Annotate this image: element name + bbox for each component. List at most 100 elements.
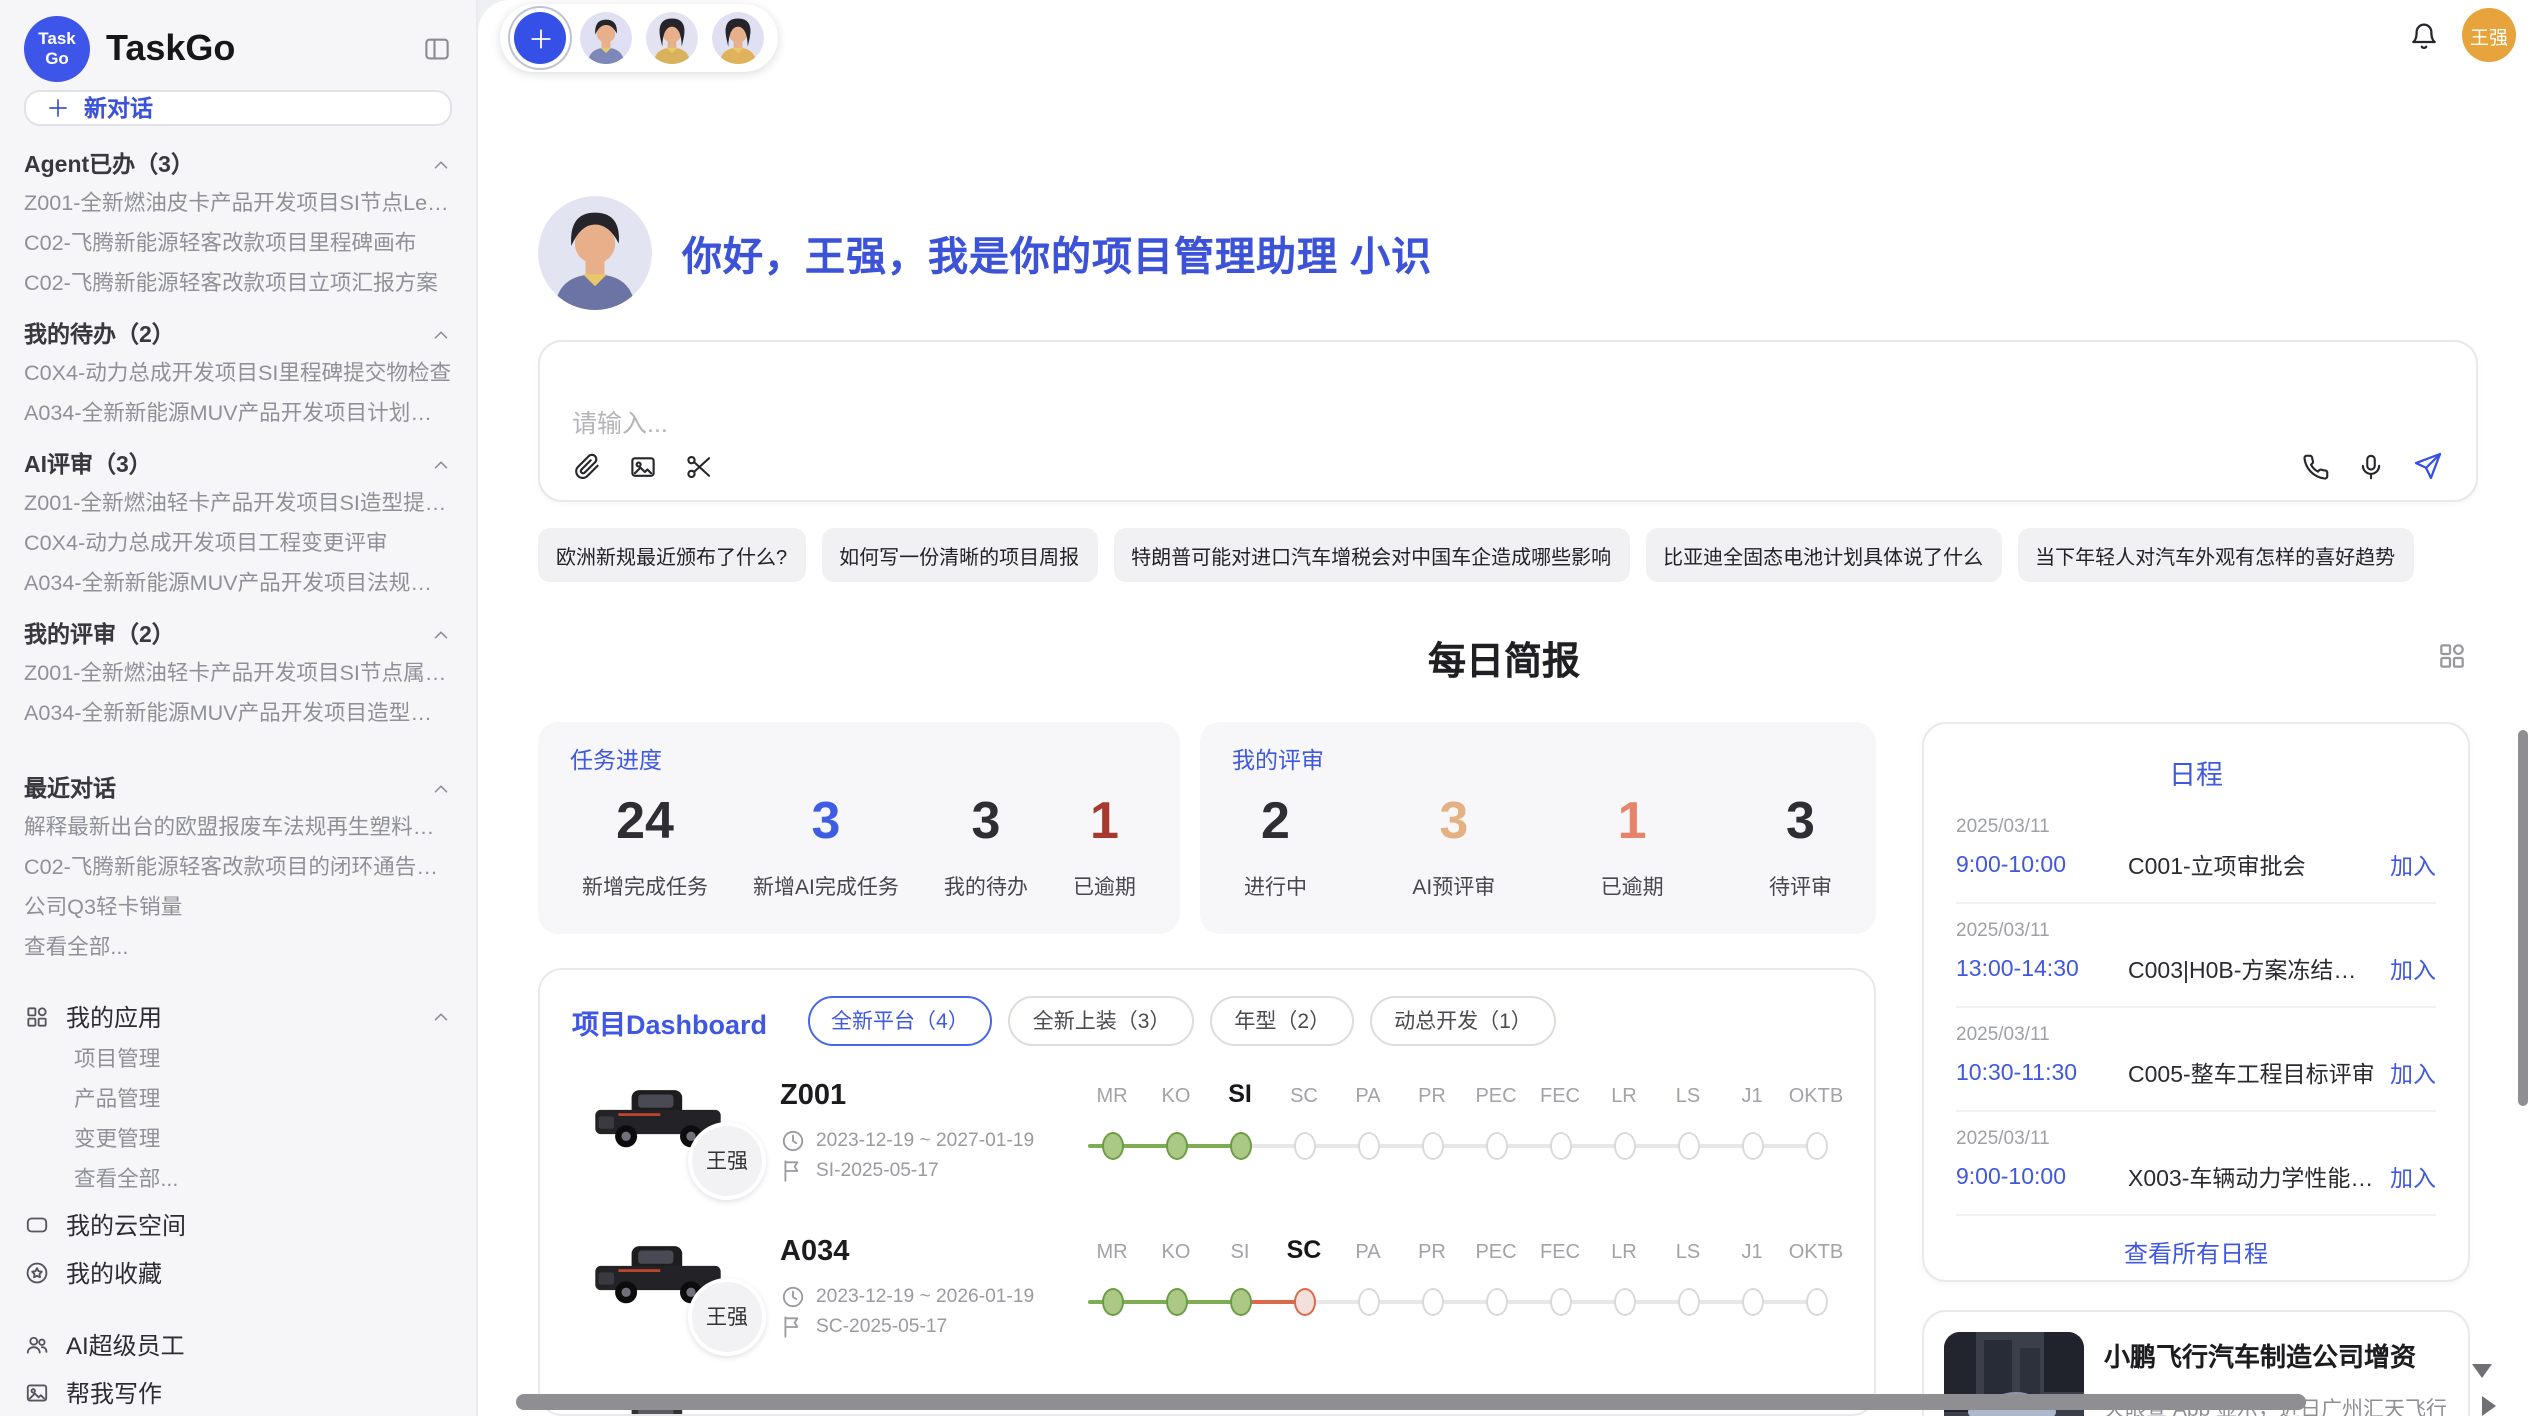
milestone-node-pending xyxy=(1549,1132,1571,1160)
plus-icon xyxy=(527,25,553,51)
project-row: 王强A0342023-12-19 ~ 2026-01-19SC-2025-05-… xyxy=(572,1210,1842,1366)
app-sub-item[interactable]: 查看全部... xyxy=(24,1160,452,1200)
app-sub-item[interactable]: 产品管理 xyxy=(24,1080,452,1120)
suggestion-chips: 欧洲新规最近颁布了什么? 如何写一份清晰的项目周报特朗普可能对进口汽车增税会对中国… xyxy=(538,528,2478,582)
recent-chat-item[interactable]: 解释最新出台的欧盟报废车法规再生塑料比例被调至15%... xyxy=(24,808,452,848)
milestone-node-pending xyxy=(1357,1288,1379,1316)
send-icon[interactable] xyxy=(2412,450,2444,482)
sidebar-section-header[interactable]: 最近对话 xyxy=(24,768,452,808)
sidebar-item[interactable]: Z001-全新燃油轻卡产品开发项目SI造型提交物评审 xyxy=(24,484,452,524)
notification-bell-icon[interactable] xyxy=(2408,20,2440,52)
join-link[interactable]: 加入 xyxy=(2390,1162,2436,1194)
new-chat-button[interactable]: 新对话 xyxy=(24,90,452,126)
sidebar-tool-people[interactable]: AI超级员工 xyxy=(24,1320,452,1368)
voice-call-icon[interactable] xyxy=(2300,451,2330,481)
sidebar-item[interactable]: C02-飞腾新能源轻客改款项目里程碑画布 xyxy=(24,224,452,264)
recent-chat-item[interactable]: C02-飞腾新能源轻客改款项目的闭环通告反馈情况 xyxy=(24,848,452,888)
filter-chip[interactable]: 全新平台（4） xyxy=(807,996,993,1046)
project-list: 王强Z0012023-12-19 ~ 2027-01-19SI-2025-05-… xyxy=(540,1050,1874,1416)
app-title: TaskGo xyxy=(106,28,406,70)
sidebar-tools-section: AI超级员工帮我写作创意制图 xyxy=(24,1320,452,1416)
main-area: 王强 你好，王强，我是你的项目管理助理 小识 欧洲新规最近颁布了什么? xyxy=(478,0,2532,1416)
sidebar-tool-image[interactable]: 帮我写作 xyxy=(24,1368,452,1416)
join-link[interactable]: 加入 xyxy=(2390,850,2436,882)
sidebar-item[interactable]: A034-全新新能源MUV产品开发项目法规符合性评审 xyxy=(24,564,452,604)
sidebar-section-title: 我的待办（2） xyxy=(24,318,175,350)
app-window: Task Go TaskGo 新对话 Agent已办（3）Z001-全新燃油皮卡… xyxy=(0,0,2532,1416)
sidebar-toggle-icon[interactable] xyxy=(422,34,452,64)
attachment-icon[interactable] xyxy=(572,452,602,482)
filter-chip[interactable]: 全新上装（3） xyxy=(1009,996,1195,1046)
screenshot-scissors-icon[interactable] xyxy=(684,452,714,482)
sidebar-apps-header[interactable]: 我的应用 xyxy=(24,992,452,1040)
filter-chip[interactable]: 动总开发（1） xyxy=(1370,996,1556,1046)
sidebar-item[interactable]: A034-全新新能源MUV产品开发项目计划变更表编写 xyxy=(24,394,452,434)
sidebar-section-header[interactable]: 我的评审（2） xyxy=(24,614,452,654)
schedule-event: 2025/03/1113:00-14:30C003|H0B-方案冻结评审加入 xyxy=(1956,904,2436,1008)
session-avatar-1[interactable] xyxy=(580,12,632,64)
sidebar-section-header[interactable]: 我的待办（2） xyxy=(24,314,452,354)
event-row: 13:00-14:30C003|H0B-方案冻结评审加入 xyxy=(1956,954,2436,986)
stat-item: 24新增完成任务 xyxy=(582,790,708,902)
microphone-icon[interactable] xyxy=(2356,451,2386,481)
suggestion-chip[interactable]: 比亚迪全固态电池计划具体说了什么 xyxy=(1645,528,2001,582)
milestone-node-pending xyxy=(1485,1288,1507,1316)
session-avatar-2[interactable] xyxy=(646,12,698,64)
suggestion-chip[interactable]: 如何写一份清晰的项目周报 xyxy=(821,528,1097,582)
sidebar-section-header[interactable]: Agent已办（3） xyxy=(24,144,452,184)
app-sub-item[interactable]: 项目管理 xyxy=(24,1040,452,1080)
sidebar-item[interactable]: C02-飞腾新能源轻客改款项目立项汇报方案 xyxy=(24,264,452,304)
session-avatar-3[interactable] xyxy=(712,12,764,64)
new-session-button[interactable] xyxy=(514,12,566,64)
chat-input[interactable] xyxy=(572,402,2444,442)
sidebar-item[interactable]: C0X4-动力总成开发项目SI里程碑提交物检查 xyxy=(24,354,452,394)
join-link[interactable]: 加入 xyxy=(2390,954,2436,986)
sidebar-item[interactable]: Z001-全新燃油皮卡产品开发项目SI节点Lesson Learn报告 xyxy=(24,184,452,224)
app-sub-item[interactable]: 变更管理 xyxy=(24,1120,452,1160)
image-upload-icon[interactable] xyxy=(628,452,658,482)
suggestion-chip[interactable]: 欧洲新规最近颁布了什么? xyxy=(538,528,805,582)
sidebar-item[interactable]: A034-全新新能源MUV产品开发项目造型可行性评审 xyxy=(24,694,452,734)
view-all-schedule-link[interactable]: 查看所有日程 xyxy=(1956,1216,2436,1282)
user-avatar[interactable]: 王强 xyxy=(2462,8,2516,62)
sidebar-item[interactable]: C0X4-动力总成开发项目工程变更评审 xyxy=(24,524,452,564)
schedule-event: 2025/03/119:00-10:00X003-车辆动力学性能验...加入 xyxy=(1956,1112,2436,1216)
sidebar-section-header[interactable]: AI评审（3） xyxy=(24,444,452,484)
suggestion-chip[interactable]: 当下年轻人对汽车外观有怎样的喜好趋势 xyxy=(2017,528,2413,582)
sidebar-task-sections: Agent已办（3）Z001-全新燃油皮卡产品开发项目SI节点Lesson Le… xyxy=(24,134,452,734)
project-flag-text: SI-2025-05-17 xyxy=(816,1159,939,1181)
assistant-greeting-block: 你好，王强，我是你的项目管理助理 小识 xyxy=(538,196,1432,310)
stat-label: 新增AI完成任务 xyxy=(753,872,899,902)
chat-composer xyxy=(538,340,2478,502)
event-row: 9:00-10:00X003-车辆动力学性能验...加入 xyxy=(1956,1162,2436,1194)
horizontal-scrollbar[interactable] xyxy=(516,1394,2306,1410)
milestone-label: OKTB xyxy=(1772,1086,1860,1108)
schedule-card: 日程 2025/03/119:00-10:00C001-立项审批会加入2025/… xyxy=(1922,722,2470,1282)
owner-badge: 王强 xyxy=(688,1278,766,1356)
event-date: 2025/03/11 xyxy=(1956,816,2436,838)
sidebar-link-star[interactable]: 我的收藏 xyxy=(24,1248,452,1296)
scroll-right-arrow-icon[interactable] xyxy=(2482,1396,2496,1416)
layout-grid-icon[interactable] xyxy=(2436,640,2468,672)
stat-item: 3我的待办 xyxy=(944,790,1028,902)
join-link[interactable]: 加入 xyxy=(2390,1058,2436,1090)
sidebar-section-title: 我的评审（2） xyxy=(24,618,175,650)
sidebar-recent-section: 最近对话解释最新出台的欧盟报废车法规再生塑料比例被调至15%...C02-飞腾新… xyxy=(24,758,452,968)
schedule-events: 2025/03/119:00-10:00C001-立项审批会加入2025/03/… xyxy=(1956,800,2436,1216)
vertical-scrollbar[interactable] xyxy=(2518,730,2528,1106)
filter-chip[interactable]: 年型（2） xyxy=(1210,996,1354,1046)
flag-icon xyxy=(780,1157,806,1183)
sidebar-link-cloud[interactable]: 我的云空间 xyxy=(24,1200,452,1248)
scroll-down-arrow-icon[interactable] xyxy=(2472,1364,2492,1378)
project-flag-text: SC-2025-05-17 xyxy=(816,1315,947,1337)
stat-item: 3新增AI完成任务 xyxy=(753,790,899,902)
clock-icon xyxy=(780,1127,806,1153)
stat-label: 新增完成任务 xyxy=(582,872,708,902)
recent-chat-item[interactable]: 公司Q3轻卡销量 xyxy=(24,888,452,928)
project-dates-text: 2023-12-19 ~ 2027-01-19 xyxy=(816,1129,1034,1151)
recent-chat-item[interactable]: 查看全部... xyxy=(24,928,452,968)
suggestion-chip[interactable]: 特朗普可能对进口汽车增税会对中国车企造成哪些影响 xyxy=(1113,528,1629,582)
sidebar-item[interactable]: Z001-全新燃油轻卡产品开发项目SI节点属性5D文件评审 xyxy=(24,654,452,694)
milestone-node-pending xyxy=(1421,1288,1443,1316)
briefing-cards: 任务进度24新增完成任务3新增AI完成任务3我的待办1已逾期我的评审2进行中3A… xyxy=(538,722,1876,934)
